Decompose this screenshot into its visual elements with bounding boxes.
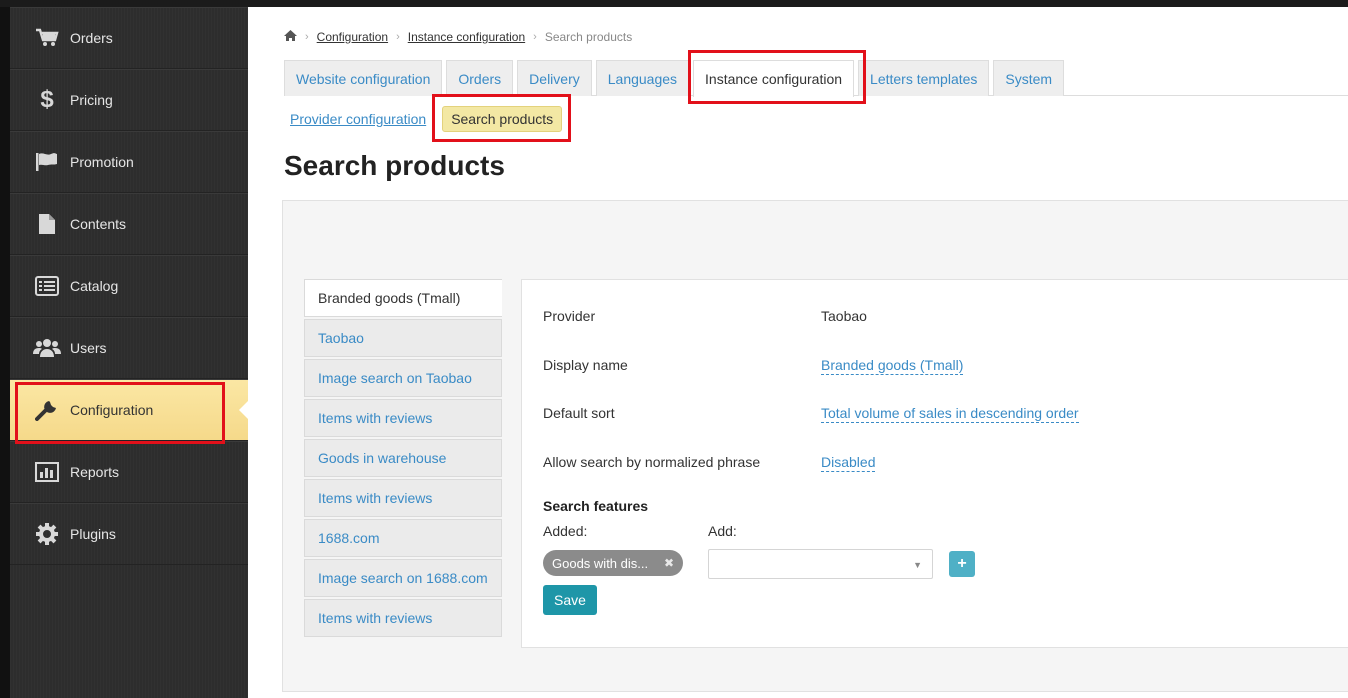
sidebar-item-label: Orders (70, 30, 113, 46)
cart-icon (32, 26, 62, 50)
remove-icon[interactable]: ✖ (664, 556, 674, 570)
vtab-items-with-reviews[interactable]: Items with reviews (304, 479, 502, 517)
breadcrumb-current: Search products (544, 29, 633, 44)
tab-languages[interactable]: Languages (595, 60, 690, 96)
home-icon[interactable] (284, 29, 297, 44)
chart-icon (32, 460, 62, 484)
sidebar-item-plugins[interactable]: Plugins (10, 503, 248, 565)
vtab-items-with-reviews[interactable]: Items with reviews (304, 399, 502, 437)
save-button[interactable]: Save (543, 585, 597, 615)
breadcrumb-configuration[interactable]: Configuration (317, 30, 388, 44)
add-feature-button[interactable]: + (949, 551, 975, 577)
sidebar-item-label: Users (70, 340, 107, 356)
subtab-provider-configuration[interactable]: Provider configuration (290, 111, 426, 127)
provider-label: Provider (543, 308, 596, 324)
chevron-down-icon: ▼ (913, 560, 922, 570)
normalized-phrase-value[interactable]: Disabled (821, 454, 876, 472)
add-label: Add: (708, 523, 737, 539)
provider-tabs: Branded goods (Tmall) Taobao Image searc… (304, 279, 502, 639)
added-label: Added: (543, 523, 588, 539)
dollar-icon: $ (40, 86, 54, 113)
tab-delivery[interactable]: Delivery (517, 60, 592, 96)
tab-letters-templates[interactable]: Letters templates (858, 60, 990, 96)
sidebar-item-label: Promotion (70, 154, 134, 170)
default-sort-value[interactable]: Total volume of sales in descending orde… (821, 405, 1079, 423)
sidebar-item-label: Plugins (70, 526, 116, 542)
default-sort-label: Default sort (543, 405, 615, 421)
feature-chip: Goods with dis... ✖ (543, 550, 683, 576)
vtab-image-search-1688[interactable]: Image search on 1688.com (304, 559, 502, 597)
vtab-branded-goods[interactable]: Branded goods (Tmall) (304, 279, 502, 317)
sidebar-item-label: Contents (70, 216, 127, 232)
sidebar-item-users[interactable]: Users (10, 317, 248, 379)
feature-select[interactable]: ▼ (708, 549, 933, 579)
vtab-goods-in-warehouse[interactable]: Goods in warehouse (304, 439, 502, 477)
tab-orders[interactable]: Orders (446, 60, 514, 96)
sidebar-item-orders[interactable]: Orders (10, 7, 248, 69)
settings-form: Provider Taobao Display name Branded goo… (521, 279, 1348, 648)
display-name-label: Display name (543, 357, 628, 373)
active-indicator (239, 400, 249, 420)
sidebar: Orders $ Pricing Promotion Contents Cata… (0, 7, 249, 698)
breadcrumb-separator: › (396, 30, 400, 43)
provider-value: Taobao (821, 308, 867, 324)
breadcrumb-separator: › (305, 30, 309, 43)
list-icon (32, 274, 62, 298)
flag-icon (32, 150, 62, 174)
sidebar-item-pricing[interactable]: $ Pricing (10, 69, 248, 131)
sidebar-item-label: Catalog (70, 278, 119, 294)
vtab-items-with-reviews[interactable]: Items with reviews (304, 599, 502, 637)
highlight-frame (688, 50, 866, 104)
breadcrumb-instance-configuration[interactable]: Instance configuration (408, 30, 525, 44)
users-icon (32, 336, 62, 360)
feature-chip-label: Goods with dis... (552, 555, 649, 571)
breadcrumb: › Configuration › Instance configuration… (284, 29, 632, 44)
gear-icon (32, 522, 62, 546)
vtab-image-search-taobao[interactable]: Image search on Taobao (304, 359, 502, 397)
vtab-1688[interactable]: 1688.com (304, 519, 502, 557)
tab-system[interactable]: System (993, 60, 1065, 96)
display-name-value[interactable]: Branded goods (Tmall) (821, 357, 964, 375)
sidebar-item-label: Reports (70, 464, 120, 480)
highlight-frame (15, 382, 225, 444)
highlight-frame (432, 94, 571, 142)
sidebar-item-catalog[interactable]: Catalog (10, 255, 248, 317)
document-icon (32, 212, 62, 236)
page-title: Search products (284, 150, 505, 181)
sidebar-item-reports[interactable]: Reports (10, 441, 248, 503)
normalized-phrase-label: Allow search by normalized phrase (543, 454, 761, 470)
vtab-taobao[interactable]: Taobao (304, 319, 502, 357)
search-features-title: Search features (543, 498, 649, 514)
sidebar-item-promotion[interactable]: Promotion (10, 131, 248, 193)
sidebar-item-label: Pricing (70, 92, 113, 108)
sidebar-item-contents[interactable]: Contents (10, 193, 248, 255)
breadcrumb-separator: › (533, 30, 537, 43)
tab-website-configuration[interactable]: Website configuration (284, 60, 443, 96)
top-bar (0, 0, 1348, 7)
